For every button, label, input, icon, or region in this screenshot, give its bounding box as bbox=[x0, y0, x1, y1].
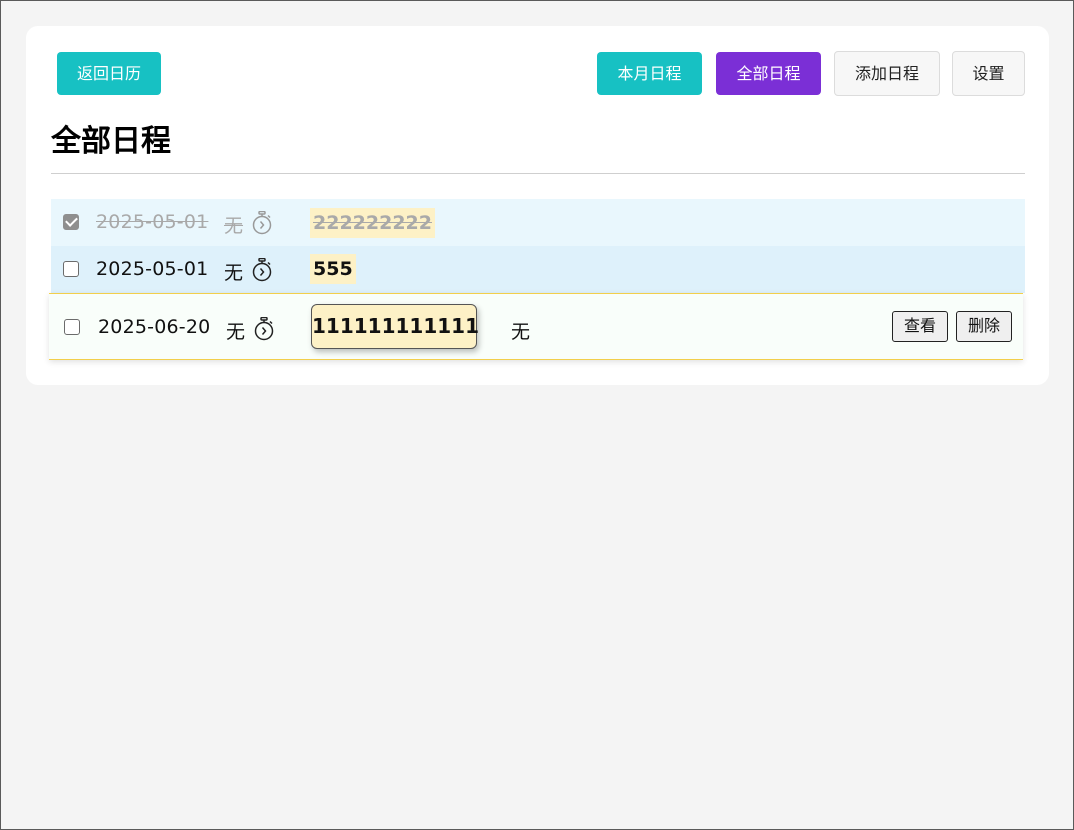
stopwatch-icon bbox=[254, 317, 274, 341]
stopwatch-icon bbox=[252, 211, 272, 235]
schedule-date: 2025-05-01 bbox=[96, 211, 209, 233]
schedule-row[interactable]: 2025-06-20 无 111111111111 无 查看 删除 bbox=[49, 293, 1023, 360]
settings-button[interactable]: 设置 bbox=[952, 51, 1025, 96]
schedule-title-tag: 111111111111 bbox=[311, 304, 479, 349]
schedule-card: 返回日历 本月日程 全部日程 添加日程 设置 全部日程 2025-05-01 无… bbox=[26, 26, 1049, 385]
schedule-date: 2025-05-01 bbox=[96, 258, 209, 280]
add-schedule-button[interactable]: 添加日程 bbox=[834, 51, 940, 96]
all-schedule-button[interactable]: 全部日程 bbox=[716, 52, 821, 95]
schedule-title-tag: 555 bbox=[310, 254, 356, 284]
back-to-calendar-button[interactable]: 返回日历 bbox=[57, 52, 161, 95]
schedule-row[interactable]: 2025-05-01 无 555 bbox=[51, 246, 1025, 293]
checkbox-checked-icon[interactable] bbox=[63, 214, 79, 230]
schedule-date: 2025-06-20 bbox=[98, 316, 211, 338]
reminder-value: 无 bbox=[226, 321, 246, 343]
title-divider bbox=[51, 173, 1025, 174]
schedule-row[interactable]: 2025-05-01 无 222222222 bbox=[51, 199, 1025, 246]
schedule-title-tag: 222222222 bbox=[310, 208, 435, 238]
reminder-value: 无 bbox=[224, 215, 244, 237]
reminder-value: 无 bbox=[224, 262, 244, 284]
stopwatch-icon bbox=[252, 258, 272, 282]
checkbox-icon[interactable] bbox=[63, 261, 79, 277]
checkbox-icon[interactable] bbox=[64, 319, 80, 335]
schedule-note: 无 bbox=[511, 321, 531, 343]
month-schedule-button[interactable]: 本月日程 bbox=[597, 52, 702, 95]
page-title: 全部日程 bbox=[51, 124, 171, 159]
delete-button[interactable]: 删除 bbox=[956, 311, 1012, 342]
view-button[interactable]: 查看 bbox=[892, 311, 948, 342]
